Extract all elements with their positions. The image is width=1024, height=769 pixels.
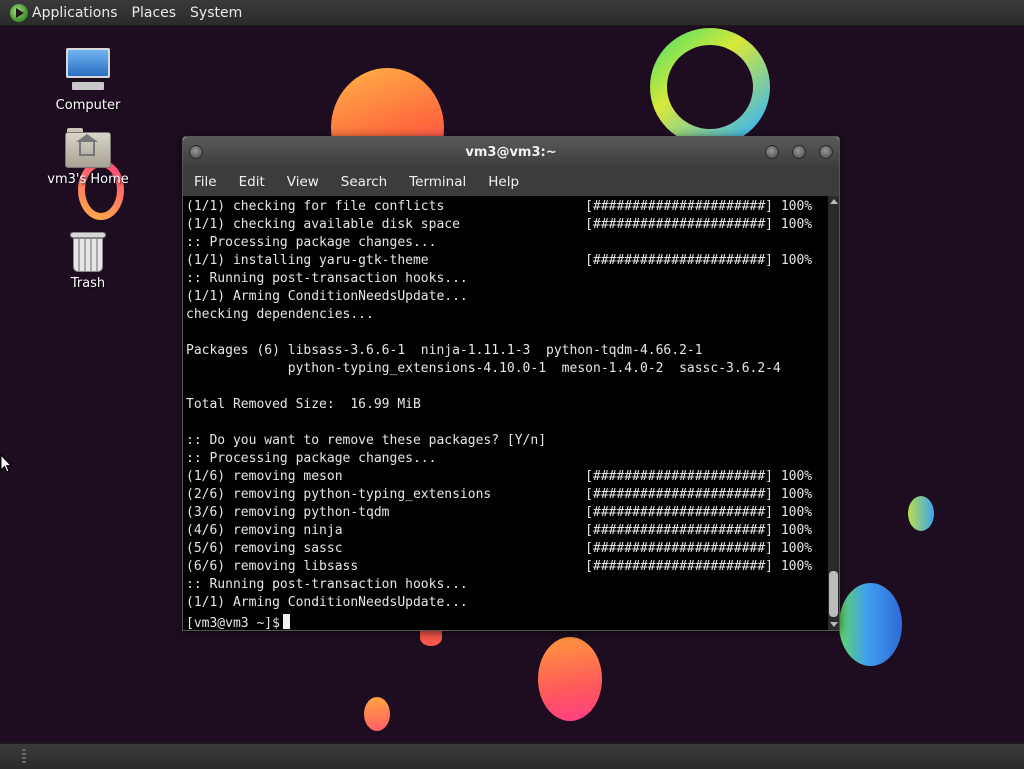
menu-edit[interactable]: Edit [228,174,276,190]
window-titlebar[interactable]: vm3@vm3:~ [183,137,839,168]
close-button[interactable] [819,145,833,159]
bottom-panel [0,743,1024,769]
wallpaper-orange-balloon-mid [538,637,602,721]
computer-icon [64,46,112,94]
terminal-line: :: Do you want to remove these packages?… [186,433,547,448]
terminal-line: (4/6) removing ninja [##################… [186,523,813,538]
terminal-line: :: Processing package changes... [186,235,437,250]
menu-places[interactable]: Places [132,5,177,21]
wallpaper-red-shape [420,630,442,646]
terminal-line: python-typing_extensions-4.10.0-1 meson-… [186,361,781,376]
terminal-line: (1/1) installing yaru-gtk-theme [#######… [186,253,813,268]
desktop-icon-trash[interactable]: Trash [38,230,138,291]
scrollbar-thumb[interactable] [829,571,838,617]
terminal-output[interactable]: (1/1) checking for file conflicts [#####… [183,196,828,630]
menu-view[interactable]: View [276,174,330,190]
terminal-prompt: [vm3@vm3 ~]$ [186,616,280,630]
terminal-prompt-line[interactable]: [vm3@vm3 ~]$ [183,612,828,630]
wallpaper-orange-balloon-small [364,697,390,731]
panel-handle[interactable] [22,749,26,763]
maximize-button[interactable] [792,145,806,159]
desktop-icon-label: Trash [70,276,106,291]
scroll-down-icon[interactable] [830,622,838,627]
menu-terminal[interactable]: Terminal [398,174,477,190]
menu-help[interactable]: Help [477,174,530,190]
text-cursor [282,614,290,629]
trash-icon [70,230,106,272]
terminal-line: checking dependencies... [186,307,374,322]
terminal-line: :: Processing package changes... [186,451,437,466]
desktop-icon-label: vm3's Home [47,172,129,187]
terminal-line: (1/1) Arming ConditionNeedsUpdate... [186,595,468,610]
menu-applications[interactable]: Applications [32,5,118,21]
terminal-line: Packages (6) libsass-3.6.6-1 ninja-1.11.… [186,343,703,358]
terminal-line: (2/6) removing python-typing_extensions … [186,487,813,502]
terminal-line: (1/1) checking available disk space [###… [186,217,813,232]
terminal-line: :: Running post-transaction hooks... [186,577,468,592]
terminal-line: Total Removed Size: 16.99 MiB [186,397,421,412]
top-panel: Applications Places System [0,0,1024,26]
wallpaper-blue-balloon-small [908,496,934,531]
terminal-line: :: Running post-transaction hooks... [186,271,468,286]
terminal-line: (3/6) removing python-tqdm [############… [186,505,813,520]
desktop-icon-label: Computer [55,98,121,113]
distro-logo-icon[interactable] [10,3,28,22]
terminal-line: (5/6) removing sassc [##################… [186,541,813,556]
minimize-button[interactable] [765,145,779,159]
menu-system[interactable]: System [190,5,242,21]
terminal-line: (1/6) removing meson [##################… [186,469,813,484]
scroll-up-icon[interactable] [830,199,838,204]
mouse-pointer-icon [0,454,12,473]
menu-file[interactable]: File [183,174,228,190]
desktop-icon-computer[interactable]: Computer [38,46,138,113]
wallpaper-blue-balloon [839,583,902,666]
window-title: vm3@vm3:~ [465,145,557,160]
menu-search[interactable]: Search [330,174,398,190]
desktop-icon-home[interactable]: vm3's Home [38,128,138,187]
terminal-window[interactable]: vm3@vm3:~ File Edit View Search Terminal… [182,136,840,631]
terminal-line: (6/6) removing libsass [################… [186,559,813,574]
terminal-line: (1/1) Arming ConditionNeedsUpdate... [186,289,468,304]
wallpaper-green-ring [650,28,770,146]
terminal-scrollbar[interactable] [828,196,839,630]
terminal-line: (1/1) checking for file conflicts [#####… [186,199,813,214]
terminal-menubar: File Edit View Search Terminal Help [183,168,839,196]
home-folder-icon [65,128,111,168]
terminal-text: (1/1) checking for file conflicts [#####… [183,196,828,612]
